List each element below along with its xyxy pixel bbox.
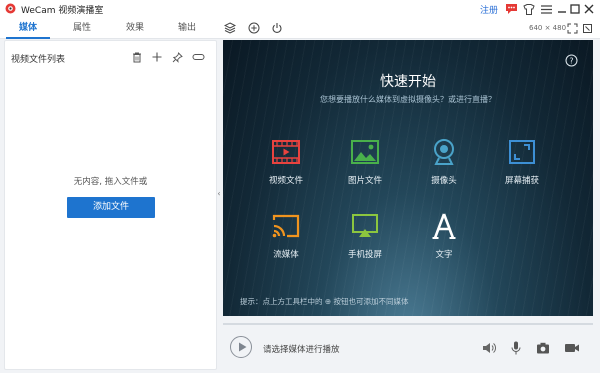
tab-bar: 媒体 属性 效果 输出 640 × 480	[0, 18, 600, 39]
quick-start-screen-capture[interactable]: 屏幕捕获	[492, 138, 552, 198]
fit-screen-icon[interactable]	[566, 22, 578, 34]
layers-icon[interactable]	[223, 21, 237, 35]
qs-label-image: 图片文件	[347, 176, 382, 186]
loop-icon[interactable]	[191, 51, 205, 63]
quick-start-webcam[interactable]: 摄像头	[414, 138, 474, 198]
qs-label-streaming: 流媒体	[273, 250, 299, 260]
webcam-icon	[429, 138, 459, 166]
empty-list-text: 无内容, 拖入文件或	[73, 177, 148, 187]
delete-icon[interactable]	[131, 51, 143, 63]
title-bar: WeCam 视频演播室 注册	[0, 0, 600, 18]
text-icon	[429, 212, 459, 240]
microphone-icon[interactable]	[509, 340, 523, 356]
playback-progress-track[interactable]	[223, 323, 593, 325]
cast-icon	[271, 212, 301, 240]
snapshot-icon[interactable]	[535, 340, 551, 356]
quick-start-video-file[interactable]: 视频文件	[256, 138, 316, 198]
add-media-icon[interactable]	[247, 21, 261, 35]
qs-label-video: 视频文件	[268, 176, 303, 186]
hint-text: 提示：点上方工具栏中的 ⊕ 按钮也可添加不同媒体	[240, 297, 409, 306]
help-icon[interactable]: ?	[564, 53, 578, 67]
qs-label-screen: 屏幕捕获	[504, 176, 539, 186]
fullscreen-icon[interactable]	[581, 22, 593, 34]
pin-icon[interactable]	[171, 51, 183, 63]
collapse-panel-handle[interactable]: ‹	[216, 188, 222, 200]
player-prompt: 请选择媒体进行播放	[263, 345, 340, 355]
screen-capture-icon	[507, 138, 537, 166]
record-icon[interactable]	[563, 340, 581, 356]
tab-effects[interactable]: 效果	[113, 18, 157, 38]
quick-start-text[interactable]: 文字	[414, 212, 474, 272]
panel-title: 视频文件列表	[11, 55, 66, 65]
register-link[interactable]: 注册	[480, 3, 498, 16]
menu-icon[interactable]	[539, 2, 553, 16]
media-list-panel: 视频文件列表 无内容, 拖入文件或 添加文件	[4, 40, 217, 370]
qs-label-text: 文字	[435, 250, 453, 260]
quick-start-streaming[interactable]: 流媒体	[256, 212, 316, 272]
qs-label-phone-cast: 手机投屏	[347, 250, 382, 260]
play-button[interactable]	[230, 336, 252, 358]
app-title: WeCam 视频演播室	[21, 6, 104, 16]
quick-start-image-file[interactable]: 图片文件	[335, 138, 395, 198]
preview-area: ? 快速开始 您想要播放什么媒体到虚拟摄像头？或进行直播？ 视频文件 图片文件 …	[223, 40, 593, 316]
chat-icon[interactable]	[504, 2, 518, 16]
tab-output[interactable]: 输出	[165, 18, 209, 38]
close-icon[interactable]	[582, 2, 596, 16]
resolution-label: 640 × 480	[529, 24, 567, 32]
quick-start-subtitle: 您想要播放什么媒体到虚拟摄像头？或进行直播？	[320, 95, 496, 104]
add-file-button[interactable]: 添加文件	[67, 197, 155, 218]
tab-properties[interactable]: 属性	[60, 18, 104, 38]
qs-label-webcam: 摄像头	[431, 176, 457, 186]
maximize-icon[interactable]	[568, 2, 582, 16]
phone-cast-icon	[350, 212, 380, 240]
play-icon	[238, 342, 248, 352]
app-logo-icon	[5, 3, 16, 14]
minimize-icon[interactable]	[555, 2, 569, 16]
quick-start-title: 快速开始	[380, 74, 436, 90]
svg-text:?: ?	[569, 56, 573, 65]
add-icon[interactable]	[151, 51, 163, 63]
image-icon	[350, 138, 380, 166]
volume-icon[interactable]	[481, 340, 497, 356]
tab-media[interactable]: 媒体	[6, 18, 50, 39]
film-icon	[271, 138, 301, 166]
quick-start-phone-cast[interactable]: 手机投屏	[335, 212, 395, 272]
power-icon[interactable]	[270, 21, 284, 35]
skin-icon[interactable]	[522, 2, 536, 16]
